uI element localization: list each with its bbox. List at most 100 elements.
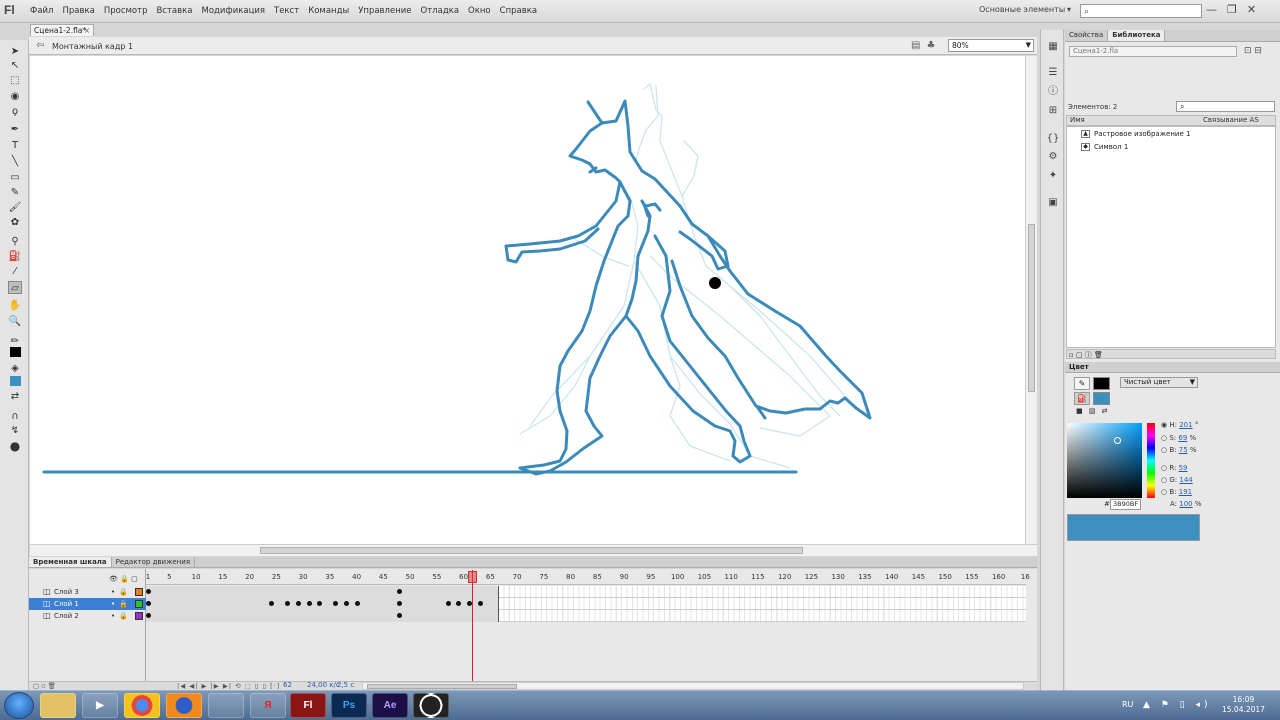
start-button[interactable] (4, 692, 34, 719)
taskbar-audio-icon[interactable] (208, 693, 244, 718)
fill-color-icon[interactable]: ◈ (8, 362, 22, 375)
tab-motion-editor[interactable]: Редактор движения (112, 557, 196, 567)
green-value[interactable]: ○ G: 144 (1161, 476, 1193, 484)
col-name[interactable]: Имя (1070, 116, 1085, 125)
keyframe[interactable] (146, 601, 151, 606)
smooth-icon[interactable]: ↯ (8, 424, 22, 437)
playhead[interactable] (472, 570, 473, 682)
lasso-tool-icon[interactable]: ϙ (8, 105, 22, 118)
brush-size-icon[interactable]: ● (8, 440, 22, 453)
keyframe[interactable] (343, 601, 349, 606)
stroke-pencil-icon[interactable]: ✎ (1074, 377, 1090, 390)
menu-help[interactable]: Справка (500, 6, 537, 16)
subselection-tool-icon[interactable]: ↖ (8, 59, 22, 72)
restore-button[interactable]: ❐ (1227, 3, 1237, 16)
menu-view[interactable]: Просмотр (104, 6, 148, 16)
library-footer-icons[interactable]: ▫ ▢ ⓘ 🗑 (1067, 351, 1103, 359)
layer-toggles[interactable]: •🔒 (111, 586, 132, 598)
info-panel-icon[interactable]: ⓘ (1046, 85, 1060, 99)
pin-icon[interactable]: ⊡ ⊟ (1244, 46, 1262, 56)
menu-edit[interactable]: Правка (62, 6, 94, 16)
stroke-color-swatch[interactable] (1093, 377, 1110, 390)
frame-row[interactable] (146, 586, 1026, 598)
scroll-thumb[interactable] (260, 547, 803, 554)
taskbar-firefox-icon[interactable] (166, 693, 202, 718)
menu-commands[interactable]: Команды (308, 6, 349, 16)
rectangle-tool-icon[interactable]: ▭ (8, 171, 22, 184)
align-panel-icon[interactable]: ▦ (1046, 40, 1060, 54)
current-frame[interactable]: 62 (283, 681, 292, 689)
free-transform-tool-icon[interactable]: ⬚ (8, 74, 22, 87)
menu-text[interactable]: Текст (274, 6, 299, 16)
menu-modify[interactable]: Модификация (202, 6, 266, 16)
color-type-select[interactable]: Чистый цвет ▼ (1120, 377, 1198, 388)
workspace-select[interactable]: Основные элементы ▾ (976, 5, 1074, 18)
menu-insert[interactable]: Вставка (156, 6, 192, 16)
layer-row[interactable]: ◫ Слой 3 •🔒 (29, 586, 146, 598)
new-layer-icon[interactable]: ▢ ▫ 🗑 (33, 682, 56, 690)
breadcrumb[interactable]: Монтажный кадр 1 (52, 42, 133, 51)
scroll-thumb[interactable] (367, 684, 517, 689)
hand-tool-icon[interactable]: ✋ (8, 299, 22, 312)
menu-window[interactable]: Окно (468, 6, 491, 16)
frame-rate[interactable]: 24,00 к/с (307, 681, 340, 689)
tray-icons[interactable]: ▲ ⚑ ▯ ◂) (1143, 700, 1212, 710)
eyedropper-tool-icon[interactable]: ⁄ (8, 265, 22, 278)
swatches-panel-icon[interactable]: ⊞ (1046, 104, 1060, 118)
tab-timeline[interactable]: Временная шкала (29, 557, 112, 567)
layer-row[interactable]: ◫ Слой 1 •🔒 (29, 598, 146, 610)
timeline-scrollbar[interactable] (362, 682, 1024, 690)
taskbar-chrome-icon[interactable] (124, 693, 160, 718)
tray-language[interactable]: RU (1122, 700, 1133, 709)
layer-toggles[interactable]: •🔒 (111, 610, 132, 622)
keyframe[interactable] (146, 613, 151, 618)
scroll-thumb[interactable] (1028, 224, 1035, 392)
zoom-select[interactable]: 80% ▼ (948, 39, 1034, 52)
color-picker-marker[interactable] (1114, 437, 1121, 444)
clock[interactable]: 16:09 15.04.2017 (1222, 695, 1265, 715)
close-icon[interactable]: × (84, 25, 90, 36)
lock-icon[interactable]: 🔒 (120, 575, 129, 583)
keyframe[interactable] (146, 589, 151, 594)
paint-bucket-tool-icon[interactable]: ⛽ (8, 250, 22, 263)
library-file-select[interactable]: Сцена1-2.fla (1069, 46, 1237, 57)
fill-color-swatch[interactable] (1093, 392, 1110, 405)
edit-symbols-icon[interactable]: ♣ (926, 40, 935, 51)
transform-panel-icon[interactable]: ☰ (1046, 66, 1060, 80)
eye-icon[interactable]: 👁 (109, 575, 118, 583)
pen-tool-icon[interactable]: ✒ (8, 123, 22, 136)
hex-input[interactable]: 3B90BF (1110, 499, 1141, 510)
hue-value[interactable]: ◉ H: 201 ° (1161, 421, 1198, 429)
hue-slider[interactable] (1147, 423, 1155, 498)
taskbar-explorer-icon[interactable] (40, 693, 76, 718)
motion-presets-icon[interactable]: ✦ (1046, 169, 1060, 183)
pencil-tool-icon[interactable]: ✎ (8, 186, 22, 199)
stage-horizontal-scrollbar[interactable] (30, 544, 1037, 556)
stroke-color-swatch[interactable] (10, 347, 21, 357)
components-icon[interactable]: ⚙ (1046, 150, 1060, 164)
playback-controls[interactable]: |◀ ◀| ▶ |▶ ▶| ⟲ ⬚ ▯ ▯ [·] (177, 682, 280, 690)
tab-properties[interactable]: Свойства (1065, 30, 1109, 41)
code-snippets-icon[interactable]: {} (1046, 132, 1060, 146)
color-picker-field[interactable] (1067, 423, 1142, 498)
stage-vertical-scrollbar[interactable] (1025, 56, 1037, 544)
stage[interactable] (30, 56, 1025, 544)
menu-file[interactable]: Файл (30, 6, 53, 16)
layer-toggles[interactable]: •🔒 (111, 598, 132, 610)
keyframe[interactable] (477, 601, 483, 606)
taskbar-flash-icon[interactable]: Fl (290, 693, 326, 718)
help-search-input[interactable]: ⌕ (1080, 4, 1202, 18)
frame-row[interactable] (146, 598, 1026, 610)
taskbar-yandex-icon[interactable]: Я (250, 693, 286, 718)
keyframe[interactable] (295, 601, 301, 606)
line-tool-icon[interactable]: ╲ (8, 155, 22, 168)
brush-tool-icon[interactable]: 🖌 (8, 201, 22, 214)
swap-colors-icon[interactable]: ⇄ (8, 390, 22, 403)
layer-color-swatch[interactable] (135, 600, 143, 608)
keyframe[interactable] (306, 601, 312, 606)
taskbar-media-icon[interactable]: ▶ (82, 693, 118, 718)
blue-value[interactable]: ○ B: 191 (1161, 488, 1192, 496)
layer-row[interactable]: ◫ Слой 2 •🔒 (29, 610, 146, 622)
taskbar-obs-icon[interactable] (413, 693, 449, 718)
tab-library[interactable]: Библиотека (1108, 30, 1166, 41)
